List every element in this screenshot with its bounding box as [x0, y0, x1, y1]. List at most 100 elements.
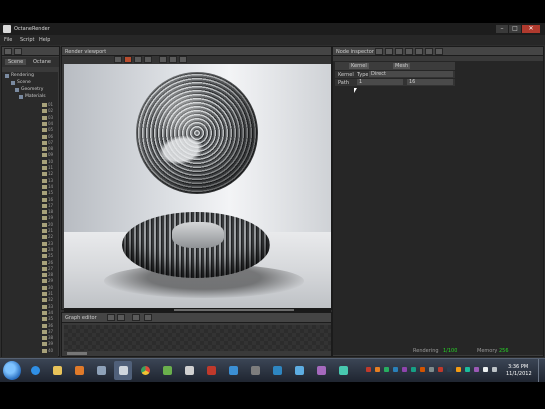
taskbar-app[interactable]	[312, 361, 330, 380]
material-thumb-item[interactable]: 39	[42, 341, 53, 347]
tray-icon[interactable]	[438, 367, 443, 372]
tree-item[interactable]: Geometry	[12, 87, 68, 93]
tray-icon[interactable]	[393, 367, 398, 372]
material-thumb-item[interactable]: 06	[42, 134, 53, 140]
title-bar[interactable]: OctaneRender – □ ✕	[0, 23, 545, 35]
taskbar-octane[interactable]	[114, 361, 132, 380]
clock-date[interactable]: 11/1/2012	[506, 371, 532, 377]
material-thumb-item[interactable]: 09	[42, 152, 53, 158]
tray-icon[interactable]	[375, 367, 380, 372]
material-thumb-item[interactable]: 04	[42, 121, 53, 127]
material-thumb-item[interactable]: 30	[42, 285, 53, 291]
material-thumb-item[interactable]: 18	[42, 209, 53, 215]
render-stop-button[interactable]	[124, 56, 132, 63]
graph-tool-button[interactable]	[132, 314, 140, 321]
material-thumb-item[interactable]: 33	[42, 304, 53, 310]
material-thumb-item[interactable]: 35	[42, 316, 53, 322]
tab-mesh[interactable]: Mesh	[393, 63, 411, 69]
tray-icon[interactable]	[384, 367, 389, 372]
taskbar-media[interactable]	[70, 361, 88, 380]
graph-scrollbar[interactable]	[67, 352, 87, 355]
taskbar-ie[interactable]	[26, 361, 44, 380]
inspector-tool-button[interactable]	[375, 48, 383, 55]
material-thumb-item[interactable]: 16	[42, 197, 53, 203]
taskbar-app[interactable]	[268, 361, 286, 380]
network-icon[interactable]	[483, 367, 488, 372]
graph-tool-button[interactable]	[107, 314, 115, 321]
tray-icon[interactable]	[447, 367, 452, 372]
material-thumb-item[interactable]: 26	[42, 260, 53, 266]
menu-help[interactable]: Help	[39, 37, 50, 43]
volume-icon[interactable]	[492, 367, 497, 372]
material-thumb-item[interactable]: 29	[42, 278, 53, 284]
material-thumb-item[interactable]: 14	[42, 184, 53, 190]
inspector-tool-button[interactable]	[415, 48, 423, 55]
maximize-button[interactable]: □	[509, 25, 521, 33]
tab-octane[interactable]: Octane	[30, 59, 54, 65]
graph-tool-button[interactable]	[144, 314, 152, 321]
close-button[interactable]: ✕	[522, 25, 540, 33]
taskbar-app[interactable]	[180, 361, 198, 380]
material-thumb-item[interactable]: 13	[42, 178, 53, 184]
material-thumb-item[interactable]: 05	[42, 127, 53, 133]
show-desktop-button[interactable]	[538, 359, 544, 382]
material-thumb-item[interactable]: 37	[42, 329, 53, 335]
inspector-tool-button[interactable]	[395, 48, 403, 55]
material-thumb-item[interactable]: 38	[42, 335, 53, 341]
tree-item[interactable]: Rendering	[2, 73, 58, 79]
tree-item[interactable]: Scene	[8, 80, 64, 86]
render-image[interactable]	[64, 64, 331, 308]
tray-icon[interactable]	[411, 367, 416, 372]
tray-icon[interactable]	[456, 367, 461, 372]
tab-scene[interactable]: Scene	[5, 59, 27, 65]
taskbar-app[interactable]	[92, 361, 110, 380]
outliner-tool-button[interactable]	[14, 48, 22, 55]
material-thumb-item[interactable]: 32	[42, 297, 53, 303]
graph-tool-button[interactable]	[117, 314, 125, 321]
material-thumb-item[interactable]: 12	[42, 171, 53, 177]
taskbar-app[interactable]	[246, 361, 264, 380]
inspector-tool-button[interactable]	[385, 48, 393, 55]
inspector-tool-button[interactable]	[435, 48, 443, 55]
material-thumb-item[interactable]: 25	[42, 253, 53, 259]
tray-icon[interactable]	[420, 367, 425, 372]
render-start-button[interactable]	[169, 56, 177, 63]
material-thumb-item[interactable]: 34	[42, 310, 53, 316]
focus-picker-button[interactable]	[159, 56, 167, 63]
material-thumb-item[interactable]: 27	[42, 266, 53, 272]
material-thumb-item[interactable]: 02	[42, 108, 53, 114]
value-field[interactable]: 1	[357, 79, 403, 85]
tray-icon[interactable]	[465, 367, 470, 372]
menu-script[interactable]: Script	[20, 37, 35, 43]
material-thumb-item[interactable]: 20	[42, 222, 53, 228]
start-button[interactable]	[3, 361, 21, 380]
material-thumb-item[interactable]: 08	[42, 146, 53, 152]
outliner-tool-button[interactable]	[4, 48, 12, 55]
material-thumb-item[interactable]: 22	[42, 234, 53, 240]
tray-icon[interactable]	[402, 367, 407, 372]
inspector-tool-button[interactable]	[405, 48, 413, 55]
taskbar-app[interactable]	[158, 361, 176, 380]
material-thumb-item[interactable]: 24	[42, 247, 53, 253]
material-thumb-item[interactable]: 17	[42, 203, 53, 209]
material-thumb-item[interactable]: 10	[42, 159, 53, 165]
taskbar-chrome[interactable]	[136, 361, 154, 380]
material-picker-button[interactable]	[179, 56, 187, 63]
material-thumb-item[interactable]: 28	[42, 272, 53, 278]
camera-reset-button[interactable]	[114, 56, 122, 63]
tray-icon[interactable]	[474, 367, 479, 372]
taskbar-app[interactable]	[290, 361, 308, 380]
material-thumb-item[interactable]: 03	[42, 115, 53, 121]
tray-icon[interactable]	[429, 367, 434, 372]
material-thumb-item[interactable]: 21	[42, 228, 53, 234]
material-thumb-item[interactable]: 36	[42, 323, 53, 329]
clock-time[interactable]: 3:36 PM	[508, 364, 528, 370]
taskbar-app[interactable]	[224, 361, 242, 380]
tray-icon[interactable]	[366, 367, 371, 372]
render-pause-button[interactable]	[144, 56, 152, 63]
taskbar-app[interactable]	[334, 361, 352, 380]
type-dropdown[interactable]: Direct	[369, 71, 453, 77]
material-thumb-item[interactable]: 01	[42, 102, 53, 108]
material-thumb-item[interactable]: 40	[42, 348, 53, 354]
render-restart-button[interactable]	[134, 56, 142, 63]
